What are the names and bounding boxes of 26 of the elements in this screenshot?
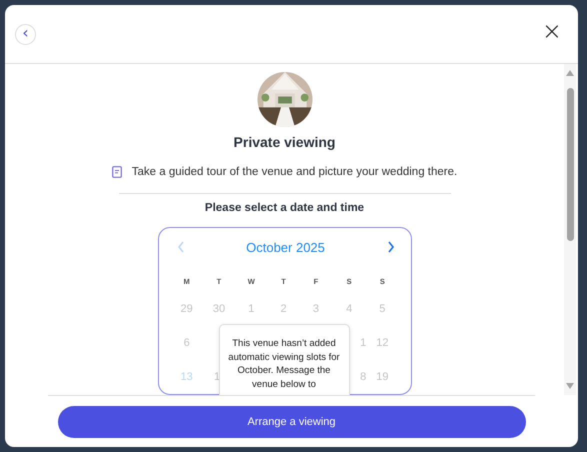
back-button[interactable]: ‹ bbox=[15, 24, 36, 45]
scroll-down-icon[interactable] bbox=[566, 383, 574, 389]
calendar-day[interactable]: 4 bbox=[332, 292, 366, 326]
calendar-day[interactable]: 6 bbox=[170, 326, 203, 360]
calendar-day[interactable]: 5 bbox=[366, 292, 398, 326]
description: Take a guided tour of the venue and picture your wedding there. bbox=[132, 166, 458, 178]
arrange-viewing-button[interactable]: Arrange a viewing bbox=[58, 406, 526, 438]
month-label: October 2025 bbox=[246, 240, 325, 254]
calendar-day[interactable]: 13 bbox=[170, 360, 203, 394]
close-button[interactable]: × bbox=[542, 21, 562, 41]
calendar-day[interactable]: 19 bbox=[366, 360, 398, 394]
calendar-day[interactable]: 8 bbox=[360, 360, 366, 394]
calendar-day[interactable]: 2 bbox=[267, 292, 300, 326]
calendar-day[interactable]: 29 bbox=[170, 292, 203, 326]
calendar-day[interactable]: 1 bbox=[360, 326, 366, 360]
calendar-day[interactable]: 1 bbox=[235, 292, 268, 326]
calendar-day[interactable]: 3 bbox=[300, 292, 332, 326]
document-icon bbox=[112, 166, 122, 178]
title: Private viewing bbox=[234, 134, 336, 150]
scrollbar-thumb[interactable] bbox=[566, 88, 574, 241]
calendar-day[interactable]: 30 bbox=[202, 292, 236, 326]
calendar-day[interactable]: 12 bbox=[366, 326, 398, 360]
next-month-button[interactable] bbox=[386, 241, 394, 253]
tooltip: This venue hasn’t added automatic viewing slots for October. Message the venue below to bbox=[218, 324, 350, 395]
scroll-up-icon[interactable] bbox=[566, 70, 574, 76]
prompt: Please select a date and time bbox=[204, 202, 364, 214]
